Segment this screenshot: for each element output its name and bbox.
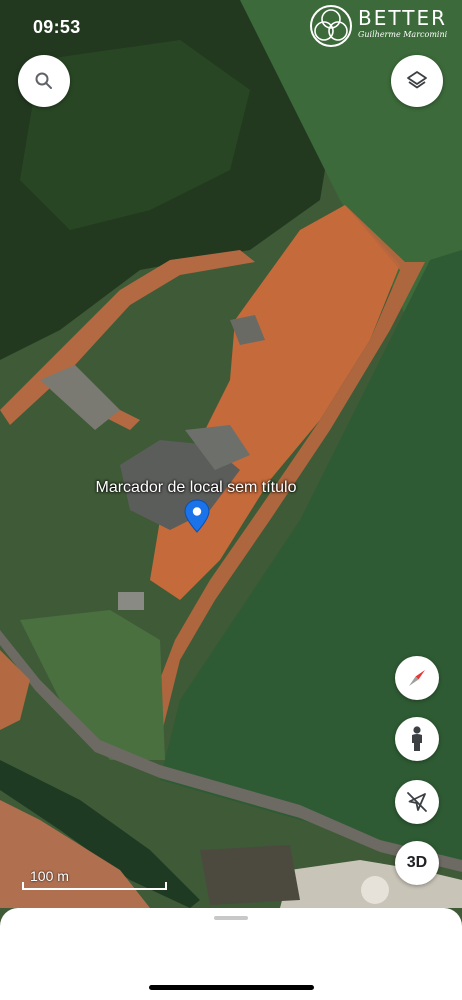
satellite-map[interactable] xyxy=(0,0,462,1000)
map-imagery xyxy=(0,0,462,1000)
watermark-brand: BETTER xyxy=(358,6,447,30)
layers-icon xyxy=(407,71,427,89)
scale-bar xyxy=(22,882,167,890)
search-button[interactable] xyxy=(18,55,70,107)
location-button[interactable] xyxy=(395,780,439,824)
marker-label[interactable]: Marcador de local sem título xyxy=(0,479,392,497)
home-indicator[interactable] xyxy=(149,985,314,990)
status-time: 09:53 xyxy=(33,17,81,37)
street-view-button[interactable] xyxy=(395,717,439,761)
three-d-button[interactable]: 3D xyxy=(395,841,439,885)
compass-icon xyxy=(409,670,425,686)
watermark-subtitle: Guilherme Marcomini xyxy=(358,30,448,39)
sheet-drag-handle[interactable] xyxy=(214,916,248,920)
map-scale: 100 m xyxy=(22,868,167,890)
search-icon xyxy=(35,72,52,89)
layers-button[interactable] xyxy=(391,55,443,107)
location-off-icon xyxy=(407,792,427,812)
watermark: BETTER Guilherme Marcomini xyxy=(306,2,462,50)
map-pin-icon[interactable] xyxy=(183,499,211,533)
pegman-icon xyxy=(412,726,422,751)
three-d-label: 3D xyxy=(406,854,428,871)
brand-logo xyxy=(310,5,352,47)
compass-button[interactable] xyxy=(395,656,439,700)
